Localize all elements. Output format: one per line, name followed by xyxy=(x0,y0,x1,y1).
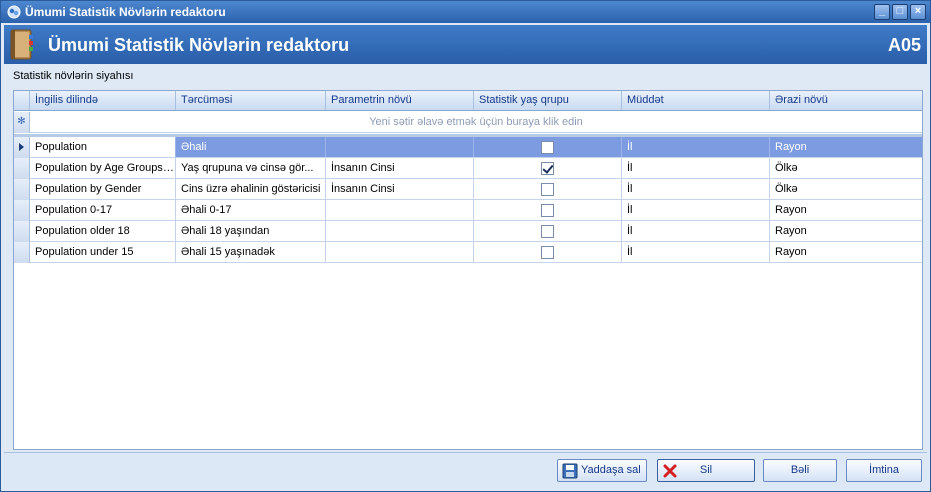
new-row-marker-icon: ✻ xyxy=(14,112,30,133)
row-indicator[interactable] xyxy=(14,137,30,158)
cell-age-group[interactable] xyxy=(474,137,622,157)
cell-translation[interactable]: Əhali xyxy=(176,137,326,157)
cell-translation[interactable]: Əhali 15 yaşınadək xyxy=(176,242,326,262)
cancel-button[interactable]: İmtina xyxy=(846,459,922,482)
maximize-button[interactable]: □ xyxy=(892,4,908,20)
cell-english[interactable]: Population by Gender xyxy=(30,179,176,199)
cell-period[interactable]: İl xyxy=(622,158,770,178)
cell-period[interactable]: İl xyxy=(622,200,770,220)
window-title: Ümumi Statistik Növlərin redaktoru xyxy=(25,5,226,19)
floppy-disk-icon xyxy=(562,463,578,479)
cell-area[interactable]: Rayon xyxy=(770,221,922,241)
age-group-checkbox[interactable] xyxy=(541,225,554,238)
delete-button-label: Sil xyxy=(699,464,713,476)
minimize-button[interactable]: _ xyxy=(874,4,890,20)
column-header-period[interactable]: Müddət xyxy=(622,91,770,110)
row-indicator[interactable] xyxy=(14,179,30,200)
cell-parameter[interactable]: İnsanın Cinsi xyxy=(326,158,474,178)
cell-english[interactable]: Population under 15 xyxy=(30,242,176,262)
cell-english[interactable]: Population older 18 xyxy=(30,221,176,241)
age-group-checkbox[interactable] xyxy=(541,183,554,196)
age-group-checkbox[interactable] xyxy=(541,204,554,217)
cell-area[interactable]: Rayon xyxy=(770,137,922,157)
title-bar[interactable]: Ümumi Statistik Növlərin redaktoru _ □ × xyxy=(1,1,930,23)
cell-translation[interactable]: Əhali 0-17 xyxy=(176,200,326,220)
cell-period[interactable]: İl xyxy=(622,242,770,262)
list-label: Statistik növlərin siyahısı xyxy=(13,70,134,82)
ok-button-label: Bəli xyxy=(790,464,810,476)
cell-parameter[interactable] xyxy=(326,242,474,262)
book-icon xyxy=(10,29,33,60)
cell-translation[interactable]: Yaş qrupuna və cinsə gör... xyxy=(176,158,326,178)
column-header-age-group[interactable]: Statistik yaş qrupu xyxy=(474,91,622,110)
cell-parameter[interactable] xyxy=(326,221,474,241)
row-indicator[interactable] xyxy=(14,158,30,179)
row-indicator[interactable] xyxy=(14,242,30,263)
cell-period[interactable]: İl xyxy=(622,221,770,241)
cell-age-group[interactable] xyxy=(474,242,622,262)
table-row[interactable]: Population Əhali İl Rayon xyxy=(14,137,922,158)
cell-period[interactable]: İl xyxy=(622,137,770,157)
cell-age-group[interactable] xyxy=(474,200,622,220)
age-group-checkbox[interactable] xyxy=(541,141,554,154)
cell-parameter[interactable] xyxy=(326,137,474,157)
cell-area[interactable]: Rayon xyxy=(770,200,922,220)
table-row[interactable]: Population under 15 Əhali 15 yaşınadək İl R… xyxy=(14,242,922,263)
table-row[interactable]: Population 0-17 Əhali 0-17 İl Rayon xyxy=(14,200,922,221)
column-header-english[interactable]: İngilis dilində xyxy=(30,91,176,110)
save-button-label: Yaddaşa sal xyxy=(581,464,641,476)
editor-window: Ümumi Statistik Növlərin redaktoru _ □ ×… xyxy=(0,0,931,492)
cell-parameter[interactable]: İnsanın Cinsi xyxy=(326,179,474,199)
cell-age-group[interactable] xyxy=(474,179,622,199)
column-header-area[interactable]: Ərazi növü xyxy=(770,91,922,110)
cell-area[interactable]: Rayon xyxy=(770,242,922,262)
cell-age-group[interactable] xyxy=(474,158,622,178)
close-button[interactable]: × xyxy=(910,4,926,20)
form-code: A05 xyxy=(887,35,921,55)
table-row[interactable]: Population by Age Groups ... Yaş qrupuna … xyxy=(14,158,922,179)
form-title: Ümumi Statistik Növlərin redaktoru xyxy=(48,35,350,55)
cell-translation[interactable]: Cins üzrə əhalinin göstəricisi xyxy=(176,179,326,199)
cell-english[interactable]: Population 0-17 xyxy=(30,200,176,220)
row-indicator[interactable] xyxy=(14,221,30,242)
cell-parameter[interactable] xyxy=(326,200,474,220)
cell-area[interactable]: Ölkə xyxy=(770,179,922,199)
cancel-button-label: İmtina xyxy=(869,464,899,476)
cell-period[interactable]: İl xyxy=(622,179,770,199)
new-row-hint[interactable]: Yeni sətir əlavə etmək üçün buraya klik … xyxy=(30,112,922,133)
row-indicator[interactable] xyxy=(14,200,30,221)
column-header-parameter[interactable]: Parametrin növü xyxy=(326,91,474,110)
new-row[interactable]: ✻ Yeni sətir əlavə etmək üçün buraya kli… xyxy=(14,112,922,133)
age-group-checkbox[interactable] xyxy=(541,246,554,259)
cell-area[interactable]: Ölkə xyxy=(770,158,922,178)
column-header-translation[interactable]: Tərcüməsi xyxy=(176,91,326,110)
header-indicator xyxy=(14,91,30,110)
save-button[interactable]: Yaddaşa sal xyxy=(557,459,647,482)
delete-button[interactable]: Sil xyxy=(657,459,755,482)
statistic-types-grid[interactable]: İngilis dilində Tərcüməsi Parametrin növ… xyxy=(13,90,923,450)
app-icon xyxy=(7,5,21,19)
cell-english[interactable]: Population xyxy=(30,137,176,157)
table-row[interactable]: Population older 18 Əhali 18 yaşından İl Ra… xyxy=(14,221,922,242)
cell-english[interactable]: Population by Age Groups ... xyxy=(30,158,176,178)
form-header: Ümumi Statistik Növlərin redaktoru A05 xyxy=(4,25,927,64)
age-group-checkbox[interactable] xyxy=(541,162,554,175)
cell-translation[interactable]: Əhali 18 yaşından xyxy=(176,221,326,241)
cell-age-group[interactable] xyxy=(474,221,622,241)
table-row[interactable]: Population by Gender Cins üzrə əhalinin g… xyxy=(14,179,922,200)
ok-button[interactable]: Bəli xyxy=(763,459,837,482)
grid-header: İngilis dilində Tərcüməsi Parametrin növ… xyxy=(14,91,922,111)
red-x-icon xyxy=(663,464,677,478)
